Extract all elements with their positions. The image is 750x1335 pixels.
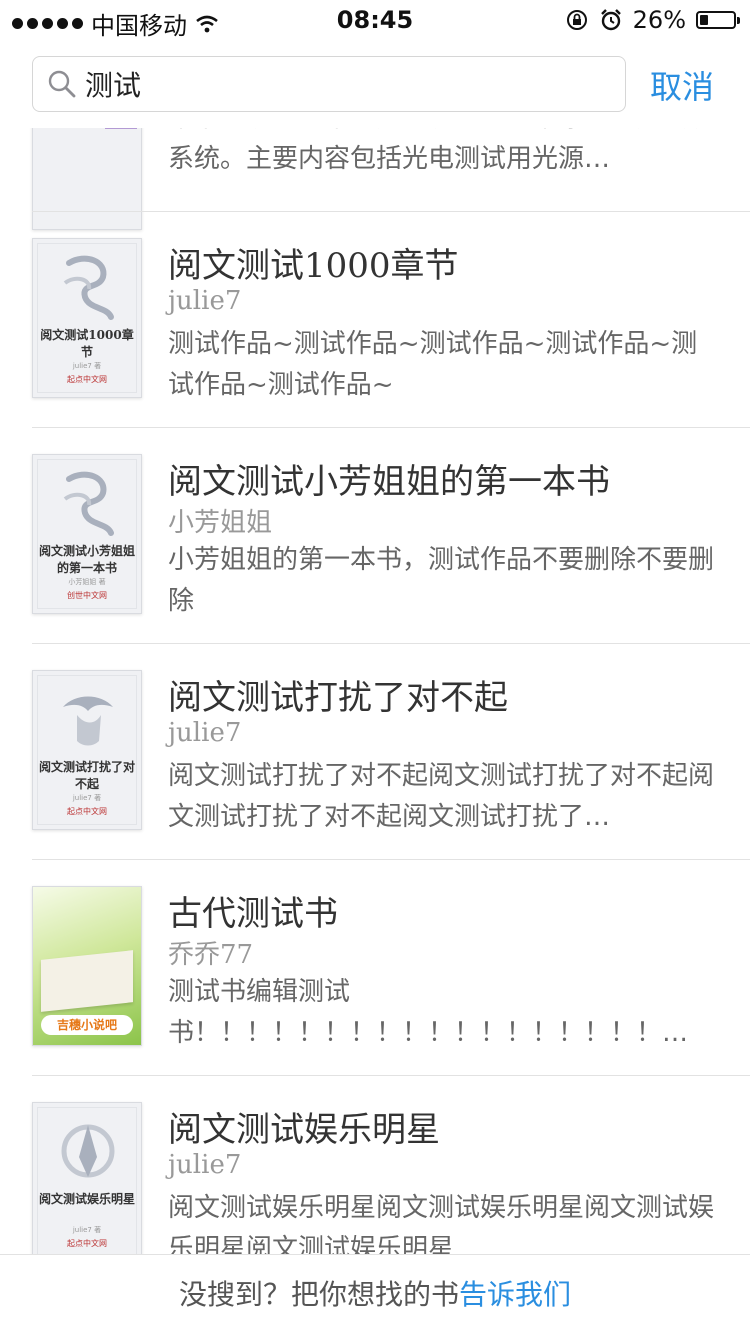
dragon-icon — [63, 471, 114, 536]
cover-title: 阅文测试小芳姐姐的第一本书 — [39, 544, 136, 575]
book-title: 阅文测试1000章节 — [168, 246, 459, 286]
book-description: 阅文测试打扰了对不起阅文测试打扰了对不起阅文测试打扰了对不起阅文测试打扰了… — [168, 761, 715, 832]
battery-level — [700, 15, 708, 25]
list-item[interactable]: 吉穗小说吧 古代测试书 乔乔77 测试书编辑测试书！！！！！！！！！！！！！！！… — [0, 860, 750, 1076]
list-item[interactable]: 本书系统地介绍了光电测试的基本原理、方法及系统。主要内容包括光电测试用光源… — [0, 128, 750, 230]
battery-percent: 26% — [632, 6, 686, 34]
search-icon — [48, 70, 76, 98]
cover-publisher: 起点中文网 — [67, 375, 107, 384]
list-item[interactable]: 阅文测试娱乐明星 julie7 著 起点中文网 阅文测试娱乐明星 julie7 … — [0, 1076, 750, 1254]
book-description: 测试作品~测试作品~测试作品~测试作品~测试作品~测试作品~ — [168, 329, 698, 400]
alarm-icon — [600, 9, 621, 31]
book-cover: 阅文测试小芳姐姐的第一本书 小芳姐姐 著 创世中文网 — [32, 454, 142, 614]
book-title: 古代测试书 — [168, 894, 338, 934]
book-author: 乔乔77 — [168, 940, 254, 970]
list-item[interactable]: 阅文测试小芳姐姐的第一本书 小芳姐姐 著 创世中文网 阅文测试小芳姐姐的第一本书… — [0, 428, 750, 644]
book-title: 阅文测试打扰了对不起 — [168, 678, 508, 718]
book-description: 小芳姐姐的第一本书，测试作品不要删除不要删除 — [168, 545, 715, 616]
book-title: 阅文测试小芳姐姐的第一本书 — [168, 462, 610, 502]
search-input[interactable] — [85, 65, 605, 103]
book-cover: 阅文测试1000章节 julie7 著 起点中文网 — [32, 238, 142, 398]
search-results-list[interactable]: 本书系统地介绍了光电测试的基本原理、方法及系统。主要内容包括光电测试用光源… 阅… — [0, 128, 750, 1254]
book-description: 阅文测试娱乐明星阅文测试娱乐明星阅文测试娱乐明星阅文测试娱乐明星 — [168, 1193, 715, 1254]
book-author: julie7 — [168, 286, 242, 316]
cover-author: 小芳姐姐 著 — [68, 578, 106, 586]
tell-us-link[interactable]: 告诉我们 — [459, 1278, 571, 1311]
footer-prompt: 没搜到？把你想找的书 — [178, 1278, 459, 1311]
cover-publisher: 起点中文网 — [67, 1239, 107, 1248]
search-bar: 取消 — [0, 40, 750, 128]
cover-author: julie7 著 — [72, 362, 102, 370]
book-description: 测试书编辑测试书！！！！！！！！！！！！！！！！！！… — [168, 977, 689, 1048]
dragon-icon — [63, 255, 114, 320]
cancel-button[interactable]: 取消 — [650, 62, 714, 108]
cover-publisher: 创世中文网 — [67, 591, 107, 600]
status-bar: 中国移动 08:45 26% — [0, 0, 750, 40]
cover-author: julie7 著 — [72, 1226, 102, 1234]
cover-title: 阅文测试打扰了对不起 — [39, 760, 136, 791]
search-field[interactable] — [32, 56, 626, 112]
book-cover: 阅文测试娱乐明星 julie7 著 起点中文网 — [32, 1102, 142, 1254]
cover-publisher: 起点中文网 — [67, 807, 107, 816]
book-author: 小芳姐姐 — [168, 508, 273, 538]
battery-icon — [696, 11, 740, 29]
cover-title: 阅文测试1000章节 — [40, 328, 134, 359]
list-item[interactable]: 阅文测试1000章节 julie7 著 起点中文网 阅文测试1000章节 jul… — [0, 212, 750, 428]
cover-author: julie7 著 — [72, 794, 102, 802]
book-cover: 阅文测试打扰了对不起 julie7 著 起点中文网 — [32, 670, 142, 830]
rotation-lock-icon — [566, 10, 587, 30]
open-book-illustration — [41, 950, 133, 1012]
book-author: julie7 — [168, 1150, 242, 1180]
cover-publisher: 吉穗小说吧 — [41, 1015, 133, 1035]
book-author: julie7 — [168, 718, 242, 748]
cover-title: 阅文测试娱乐明星 — [39, 1192, 136, 1206]
list-item[interactable]: 阅文测试打扰了对不起 julie7 著 起点中文网 阅文测试打扰了对不起 jul… — [0, 644, 750, 860]
feedback-footer: 没搜到？把你想找的书告诉我们 — [0, 1254, 750, 1334]
book-cover: 吉穗小说吧 — [32, 886, 142, 1046]
cover-art-icon — [105, 128, 137, 129]
bird-icon — [63, 696, 113, 746]
crest-icon — [61, 1124, 115, 1178]
book-title: 阅文测试娱乐明星 — [168, 1110, 440, 1150]
book-description: 本书系统地介绍了光电测试的基本原理、方法及系统。主要内容包括光电测试用光源… — [168, 128, 714, 174]
